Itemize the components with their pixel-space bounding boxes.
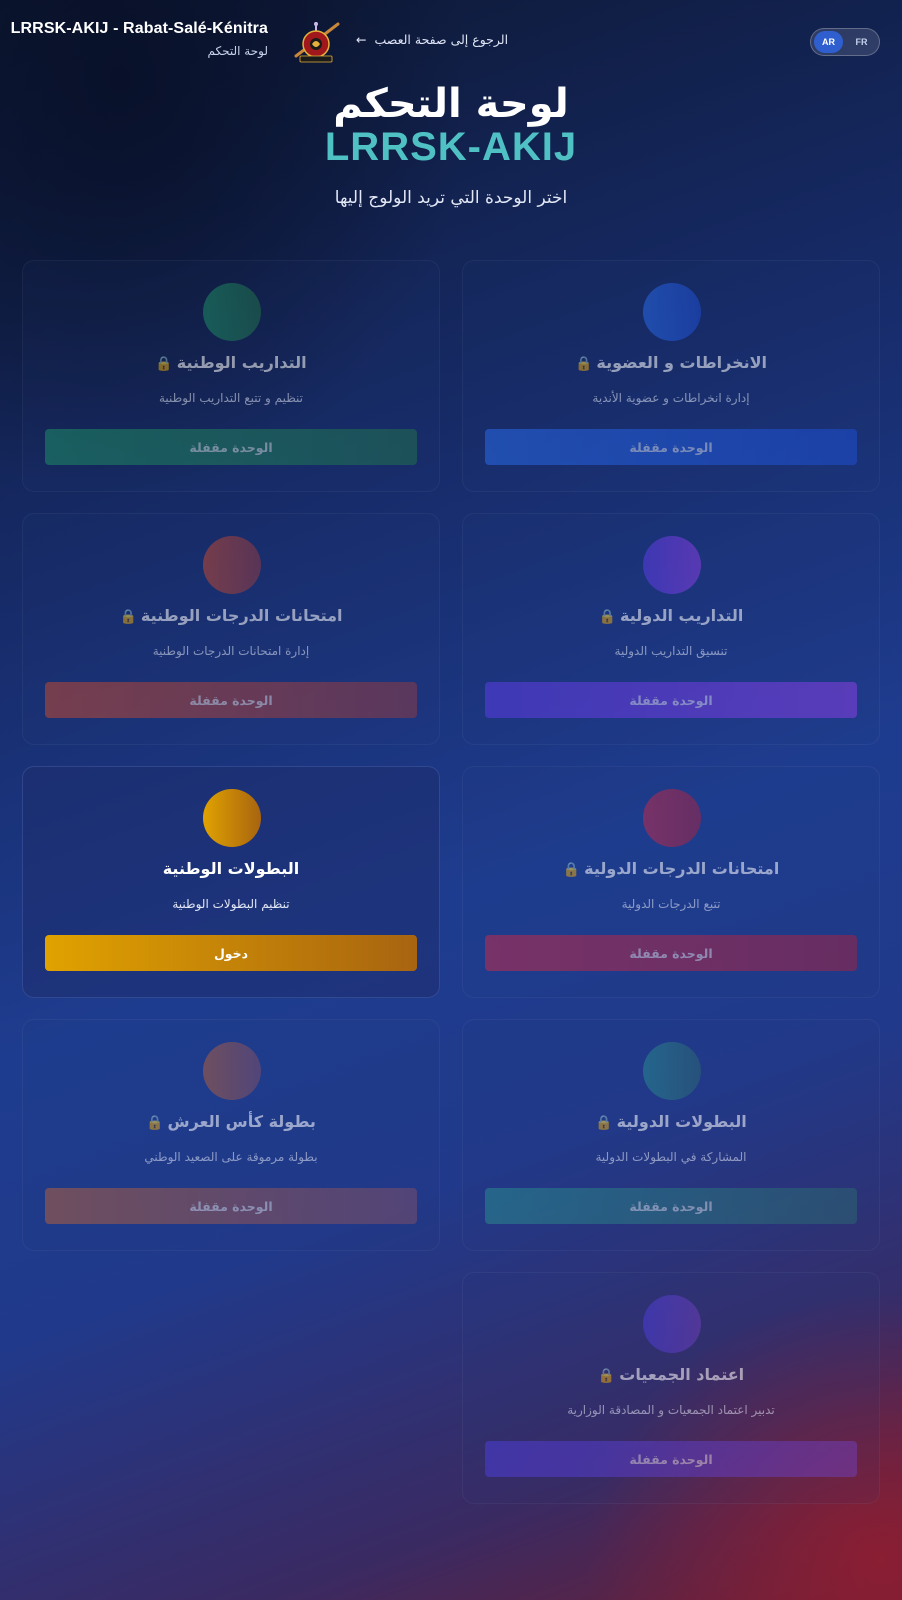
module-title: البطولات الدولية🔒 [463,1112,879,1131]
lock-icon: 🔒 [155,356,173,372]
lock-icon: 🔒 [562,862,581,878]
module-title: بطولة كأس العرش🔒 [23,1112,439,1131]
lock-icon: 🔒 [146,1115,164,1131]
page-subtitle: اختر الوحدة التي تريد الولوج إليها [334,188,568,208]
back-to-league-link[interactable]: الرجوع إلى صفحة العصب ← [356,32,508,47]
module-description: بطولة مرموقة على الصعيد الوطني [144,1150,318,1164]
module-title: الانخراطات و العضوية🔒 [463,353,879,372]
module-locked-button: الوحدة مقفلة [45,682,417,718]
lock-icon: 🔒 [119,609,137,625]
module-enter-button[interactable]: دخول [45,935,417,971]
brand-name: LRRSK-AKIJ - Rabat-Salé-Kénitra [10,20,268,37]
module-icon [643,789,701,847]
module-description: إدارة انخراطات و عضوية الأندية [592,391,750,405]
arrow-left-icon: ← [356,32,367,47]
brand-subtitle: لوحة التحكم [207,44,269,58]
module-icon [643,283,701,341]
module-locked-button: الوحدة مقفلة [485,429,857,465]
module-description: تنسيق التداريب الدولية [614,644,728,658]
module-card-national-grades: امتحانات الدرجات الوطنية🔒 إدارة امتحانات … [22,513,440,745]
module-title-text: التداريب الوطنية [176,353,307,372]
module-description: تدبير اعتماد الجمعيات و المصادقة الوزاري… [567,1403,775,1417]
module-title-text: اعتماد الجمعيات [619,1365,745,1384]
module-locked-button: الوحدة مقفلة [45,1188,417,1224]
module-icon [643,1295,701,1353]
language-switch: AR FR [810,28,880,56]
module-icon [203,283,261,341]
module-card-associations-accreditation: اعتماد الجمعيات🔒 تدبير اعتماد الجمعيات و … [462,1272,880,1504]
lang-ar-button[interactable]: AR [814,31,843,53]
module-title: امتحانات الدرجات الوطنية🔒 [23,606,439,625]
brand-block: LRRSK-AKIJ - Rabat-Salé-Kénitra لوحة الت… [11,20,268,58]
module-icon [643,1042,701,1100]
lock-icon: 🔒 [574,356,593,372]
module-title-text: امتحانات الدرجات الدولية [584,859,780,878]
module-card-national-training: التداريب الوطنية🔒 تنظيم و تتبع التداريب ا… [22,260,440,492]
module-locked-button: الوحدة مقفلة [485,935,857,971]
lock-icon: 🔒 [597,1368,616,1384]
lock-icon: 🔒 [598,609,617,625]
module-title-text: البطولات الدولية [616,1112,747,1131]
module-title: امتحانات الدرجات الدولية🔒 [463,859,879,878]
module-description: تنظيم البطولات الوطنية [172,897,290,911]
module-locked-button: الوحدة مقفلة [485,1441,857,1477]
module-description: تنظيم و تتبع التداريب الوطنية [158,391,303,405]
module-card-membership: الانخراطات و العضوية🔒 إدارة انخراطات و عض… [462,260,880,492]
module-locked-button: الوحدة مقفلة [45,429,417,465]
module-card-international-training: التداريب الدولية🔒 تنسيق التداريب الدولية ا… [462,513,880,745]
module-description: تتبع الدرجات الدولية [621,897,721,911]
lang-fr-button[interactable]: FR [847,31,876,53]
module-icon [203,536,261,594]
module-title: التداريب الدولية🔒 [463,606,879,625]
module-card-international-championships: البطولات الدولية🔒 المشاركة في البطولات ال… [462,1019,880,1251]
module-title-text: الانخراطات و العضوية [596,353,768,372]
module-title: البطولات الوطنية [23,859,439,878]
module-icon [203,1042,261,1100]
module-title-text: التداريب الدولية [620,606,744,625]
module-title-text: امتحانات الدرجات الوطنية [140,606,343,625]
page-brand-title: LRRSK-AKIJ [324,125,578,169]
back-link-label: الرجوع إلى صفحة العصب [374,32,509,47]
page-title: لوحة التحكم [333,81,569,127]
module-icon [203,789,261,847]
module-card-throne-cup: بطولة كأس العرش🔒 بطولة مرموقة على الصعيد … [22,1019,440,1251]
module-title: التداريب الوطنية🔒 [23,353,439,372]
module-description: المشاركة في البطولات الدولية [595,1150,747,1164]
module-title-text: بطولة كأس العرش [167,1112,316,1131]
module-card-international-grades: امتحانات الدرجات الدولية🔒 تتبع الدرجات ال… [462,766,880,998]
module-title: اعتماد الجمعيات🔒 [463,1365,879,1384]
module-title-text: البطولات الوطنية [162,859,300,878]
module-locked-button: الوحدة مقفلة [485,682,857,718]
module-locked-button: الوحدة مقفلة [485,1188,857,1224]
module-card-national-championships: البطولات الوطنية تنظيم البطولات الوطنية دخ… [22,766,440,998]
federation-logo-icon [294,22,340,63]
lock-icon: 🔒 [595,1115,613,1131]
module-description: إدارة امتحانات الدرجات الوطنية [152,644,310,658]
module-icon [643,536,701,594]
